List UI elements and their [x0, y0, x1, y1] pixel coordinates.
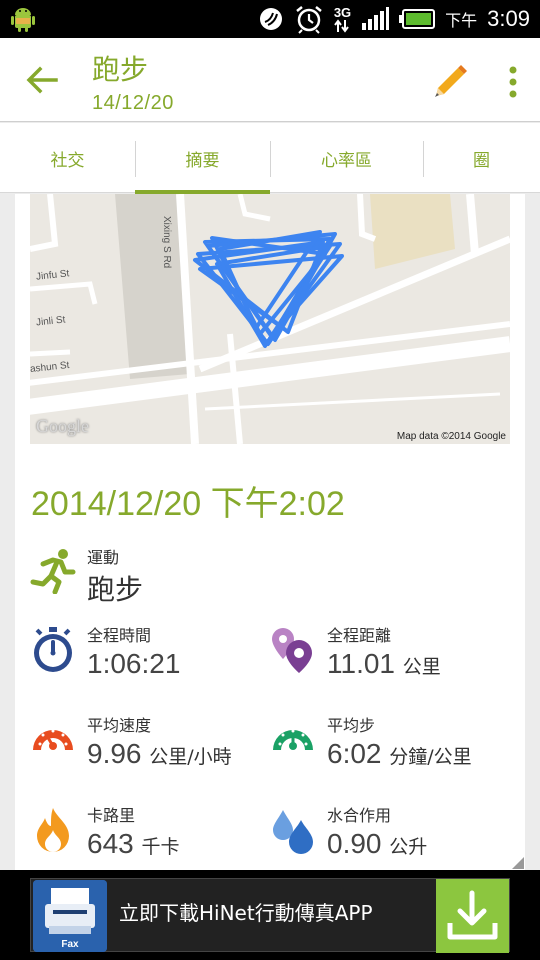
hydration-label: 水合作用 — [327, 806, 392, 825]
tab-summary[interactable]: 摘要 — [135, 123, 270, 193]
clock-ampm: 下午 — [445, 11, 478, 30]
ad-content[interactable]: Fax 立即下載HiNet行動傳真APP — [30, 878, 510, 953]
battery-icon — [399, 9, 436, 29]
map-credit: Map data ©2014 Google — [396, 431, 506, 442]
tab-bar: 社交 摘要 心率區 圈 — [0, 123, 540, 193]
duration-value: 1:06:21 — [87, 648, 180, 680]
overflow-menu-icon[interactable] — [500, 62, 526, 102]
map-street-label: Xixing S Rd — [161, 216, 172, 269]
avg-speed-label: 平均速度 — [87, 716, 152, 735]
duration-label: 全程時間 — [87, 626, 152, 645]
tab-social[interactable]: 社交 — [0, 123, 135, 193]
page-subtitle-date: 14/12/20 — [92, 92, 174, 114]
avg-speed-unit: 公里/小時 — [149, 746, 232, 768]
network-indicator: 3G — [334, 6, 351, 33]
duration-number: 1:06:21 — [87, 648, 181, 679]
calories-number: 643 — [87, 828, 134, 859]
speed-gauge-icon — [33, 729, 73, 750]
water-drops-icon — [273, 810, 313, 854]
android-icon — [11, 8, 35, 32]
hydration-number: 0.90 — [327, 828, 382, 859]
network-type: 3G — [333, 4, 352, 20]
nfc-icon — [259, 8, 282, 30]
download-icon — [447, 890, 498, 940]
calories-unit: 千卡 — [141, 836, 180, 858]
calories-label: 卡路里 — [87, 806, 136, 825]
tab-laps[interactable]: 圈 — [423, 123, 540, 193]
scroll-corner-indicator — [512, 857, 524, 869]
avg-pace-unit: 分鐘/公里 — [389, 746, 472, 768]
activity-value: 跑步 — [87, 573, 144, 606]
data-arrows-icon — [334, 18, 350, 33]
back-arrow-icon[interactable] — [22, 60, 62, 100]
distance-number: 11.01 — [327, 648, 395, 679]
avg-speed-value: 9.96 公里/小時 — [87, 738, 232, 770]
distance-value: 11.01 公里 — [327, 648, 441, 680]
ad-logo-text: Fax — [61, 939, 79, 950]
avg-speed-number: 9.96 — [87, 738, 142, 769]
status-bar: 3G 下午 3:09 — [0, 0, 540, 38]
ad-text: 立即下載HiNet行動傳真APP — [119, 901, 373, 925]
activity-label: 運動 — [87, 548, 120, 567]
distance-label: 全程距離 — [327, 626, 392, 645]
stopwatch-icon — [34, 627, 72, 672]
route-map[interactable]: Xixing S Rd Jinfu St Jinli St ashun St G… — [30, 194, 510, 444]
avg-pace-value: 6:02 分鐘/公里 — [327, 738, 472, 770]
page-title: 跑步 — [92, 53, 149, 86]
distance-unit: 公里 — [402, 656, 441, 678]
flame-icon — [37, 808, 69, 852]
avg-pace-number: 6:02 — [327, 738, 382, 769]
calories-value: 643 千卡 — [87, 828, 180, 860]
action-bar: 跑步 14/12/20 — [0, 38, 540, 122]
hydration-value: 0.90 公升 — [327, 828, 427, 860]
ad-logo: Fax — [33, 880, 107, 952]
hydration-unit: 公升 — [389, 836, 428, 858]
signal-icon — [362, 7, 390, 30]
map-canvas — [30, 194, 510, 444]
ad-banner[interactable]: Fax 立即下載HiNet行動傳真APP — [0, 870, 540, 960]
edit-pencil-icon[interactable] — [428, 60, 472, 104]
pace-gauge-icon — [273, 729, 313, 750]
workout-summary-card: Xixing S Rd Jinfu St Jinli St ashun St G… — [15, 194, 525, 870]
avg-pace-label: 平均步 — [327, 716, 376, 735]
alarm-icon — [296, 6, 322, 34]
google-logo: Google — [36, 416, 89, 436]
ad-download-button[interactable] — [436, 879, 509, 953]
workout-datetime: 2014/12/20 下午2:02 — [31, 485, 345, 523]
tab-heart-rate-zones[interactable]: 心率區 — [270, 123, 423, 193]
location-pins-icon — [272, 628, 312, 673]
clock-time: 3:09 — [487, 6, 530, 31]
runner-icon — [30, 549, 76, 594]
